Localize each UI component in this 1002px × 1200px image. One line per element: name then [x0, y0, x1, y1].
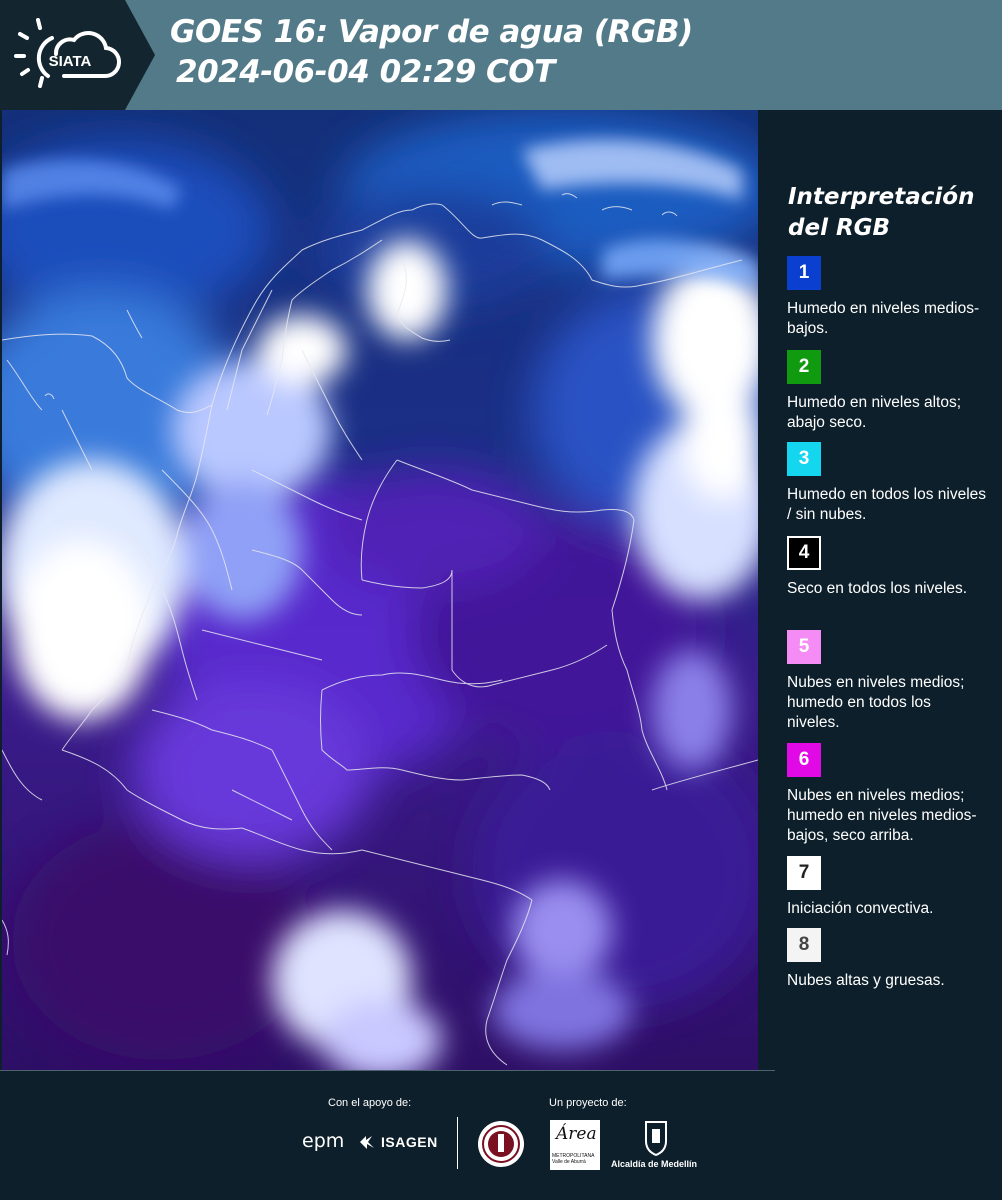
header-bar: SIATA GOES 16: Vapor de agua (RGB) 2024-…	[0, 0, 1002, 110]
area-logo-subtitle: METROPOLITANA Valle de Aburrá	[552, 1153, 595, 1165]
logo-block: SIATA	[0, 0, 155, 110]
legend-swatch-8: 8	[787, 928, 821, 962]
legend-item-5: 5 Nubes en niveles medios; humedo en todo…	[787, 630, 997, 733]
legend-description-5: Nubes en niveles medios; humedo en todos…	[787, 674, 965, 731]
seal-logo-icon	[478, 1121, 524, 1167]
legend-swatch-7: 7	[787, 856, 821, 890]
legend-item-2: 2 Humedo en niveles altos; abajo seco.	[787, 350, 997, 433]
legend-item-8: 8 Nubes altas y gruesas.	[787, 928, 997, 991]
siata-logo-text: SIATA	[49, 53, 92, 70]
legend-swatch-6: 6	[787, 743, 821, 777]
legend-panel: Interpretación del RGB 1 Humedo en nivele…	[766, 110, 1002, 1070]
legend-item-7: 7 Iniciación convectiva.	[787, 856, 997, 919]
legend-description-1: Humedo en niveles medios-bajos.	[787, 300, 980, 337]
project-label: Un proyecto de:	[549, 1097, 627, 1109]
footer: Con el apoyo de: epm ISAGEN Un proyecto …	[0, 1070, 1002, 1200]
legend-description-7: Iniciación convectiva.	[787, 900, 934, 917]
legend-swatch-2: 2	[787, 350, 821, 384]
isagen-logo: ISAGEN	[381, 1134, 438, 1150]
legend-description-2: Humedo en niveles altos; abajo seco.	[787, 394, 962, 431]
legend-title-line1: Interpretación	[788, 184, 975, 210]
legend-item-1: 1 Humedo en niveles medios-bajos.	[787, 256, 997, 339]
satellite-image	[2, 110, 758, 1070]
legend-swatch-1: 1	[787, 256, 821, 290]
footer-divider-line	[0, 1070, 775, 1071]
support-label: Con el apoyo de:	[328, 1097, 412, 1109]
epm-logo: epm	[302, 1130, 345, 1152]
area-logo-script: Área	[556, 1124, 597, 1144]
legend-title: Interpretación del RGB	[788, 182, 988, 244]
legend-swatch-4: 4	[787, 536, 821, 570]
alcaldia-logo-text: Alcaldía de Medellín	[611, 1159, 698, 1169]
legend-item-3: 3 Humedo en todos los niveles / sin nubes…	[787, 442, 997, 525]
alcaldia-crest-icon	[645, 1121, 667, 1156]
legend-description-4: Seco en todos los niveles.	[787, 580, 968, 597]
legend-description-6: Nubes en niveles medios; humedo en nivel…	[787, 787, 977, 844]
area-metropolitana-logo: Área METROPOLITANA Valle de Aburrá	[550, 1120, 600, 1170]
legend-title-line2: del RGB	[788, 215, 891, 241]
legend-description-8: Nubes altas y gruesas.	[787, 972, 945, 989]
footer-vertical-divider	[457, 1117, 458, 1169]
legend-item-4: 4 Seco en todos los niveles.	[787, 536, 997, 599]
legend-swatch-3: 3	[787, 442, 821, 476]
isagen-logo-icon	[360, 1136, 374, 1149]
legend-description-3: Humedo en todos los niveles / sin nubes.	[787, 486, 987, 523]
legend-swatch-5: 5	[787, 630, 821, 664]
page-title: GOES 16: Vapor de agua (RGB)	[170, 14, 693, 50]
satellite-map	[2, 110, 758, 1070]
page-timestamp: 2024-06-04 02:29 COT	[176, 54, 555, 90]
legend-item-6: 6 Nubes en niveles medios; humedo en nive…	[787, 743, 997, 846]
siata-logo: SIATA	[14, 18, 122, 88]
